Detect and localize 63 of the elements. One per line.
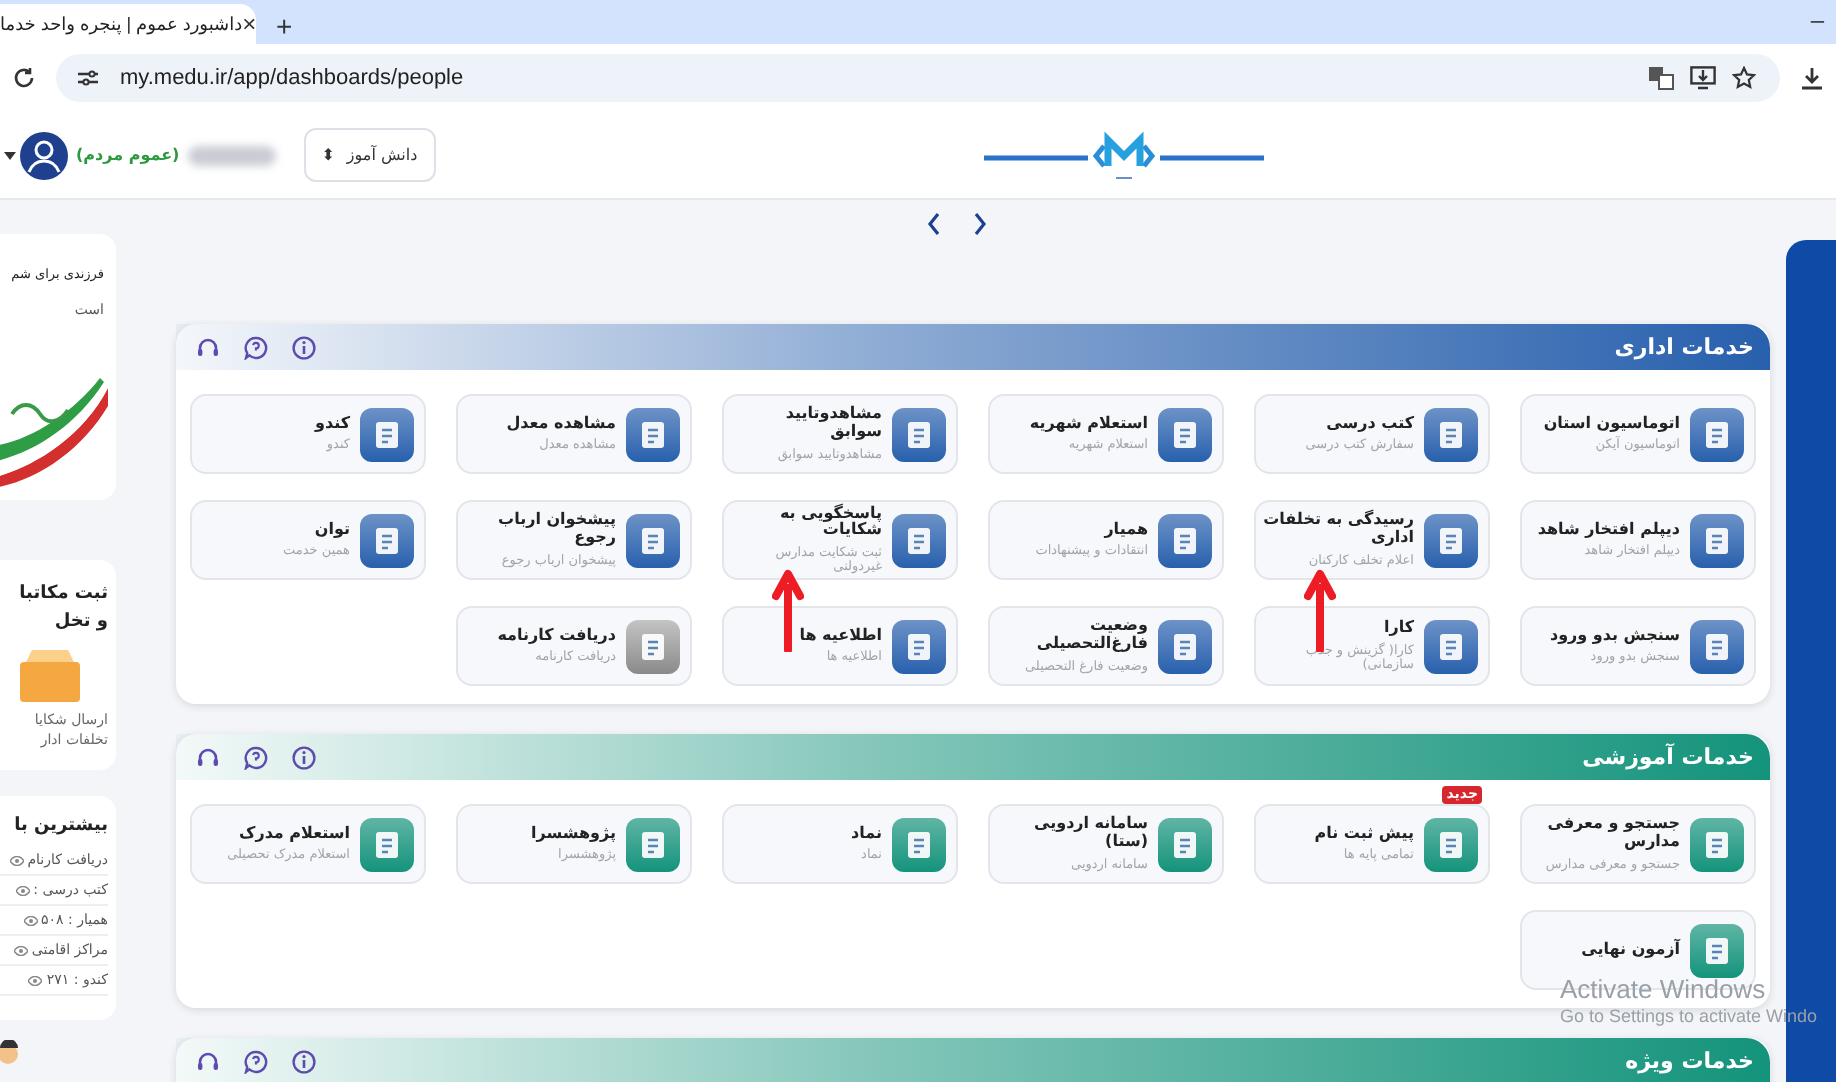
tile-title: توان <box>312 521 350 539</box>
tile-title: پاسخگویی به شکایات <box>777 505 882 541</box>
site-info-icon[interactable] <box>76 68 100 88</box>
tile-title: رسیدگی به تخلفات اداری <box>1262 512 1414 548</box>
install-icon[interactable] <box>1690 66 1716 90</box>
section-title: خدمات ویژه <box>1625 1048 1754 1074</box>
tile-title: مشاهدوتایید سوابق <box>783 406 882 442</box>
caret-icon[interactable] <box>4 151 16 159</box>
headset-icon[interactable] <box>196 335 220 359</box>
close-tab-button[interactable]: × <box>242 12 256 36</box>
tile-title: وضعیت فارغ‌التحصیلی <box>1034 618 1148 654</box>
info-icon[interactable] <box>292 745 316 769</box>
info-icon[interactable] <box>292 1049 316 1073</box>
minimize-button[interactable]: – <box>1810 8 1824 32</box>
eye-icon <box>9 855 24 866</box>
eye-icon <box>15 885 30 896</box>
tile-title: پیش ثبت نام <box>1314 825 1414 843</box>
tile-title: همیار <box>1101 521 1148 539</box>
headset-icon[interactable] <box>196 745 220 769</box>
address-bar[interactable]: my.medu.ir/app/dashboards/people <box>56 54 1780 102</box>
tile-title: استعلام مدرک <box>237 825 350 843</box>
tile-title: استعلام شهریه <box>1029 415 1148 433</box>
next-icon[interactable] <box>972 212 988 236</box>
headset-icon[interactable] <box>196 1049 220 1073</box>
tab-title: داشبورد عموم | پنجره واحد خدما <box>0 13 243 35</box>
eye-icon <box>28 975 43 986</box>
reload-icon[interactable] <box>12 66 36 90</box>
section-title: خدمات آموزشی <box>1582 744 1754 770</box>
section-title: خدمات اداری <box>1614 334 1754 360</box>
most-visited-title: بیشترین با <box>14 814 108 840</box>
question-bubble-icon[interactable] <box>244 745 268 769</box>
tile-title: سنجش بدو ورود <box>1549 627 1680 645</box>
role-dropdown[interactable]: ⬍ دانش آموز <box>303 128 436 182</box>
tile-title: کتب درسی <box>1324 415 1414 433</box>
question-bubble-icon[interactable] <box>244 1049 268 1073</box>
tile-title: مشاهده معدل <box>506 415 616 433</box>
star-icon[interactable] <box>1732 66 1756 90</box>
tile-title: دریافت کارنامه <box>497 627 616 645</box>
avatar-icon[interactable] <box>20 131 68 179</box>
tile-title: پژوهشسرا <box>531 825 616 843</box>
tile-title: جستجو و معرفی مدارس <box>1545 816 1680 852</box>
cartoon-character-icon <box>0 1040 20 1068</box>
tile-title: اطلاعیه ها <box>799 627 882 645</box>
info-icon[interactable] <box>292 335 316 359</box>
tile-title: دیپلم افتخار شاهد <box>1537 521 1680 539</box>
tile-title: اتوماسیون استان <box>1543 415 1680 433</box>
tile-title: سامانه اردویی (ستا) <box>1032 816 1148 852</box>
tile-title: کارا <box>1381 619 1414 638</box>
letters-title: ثبت مکاتبا و تخل <box>19 582 108 637</box>
folder-icon <box>20 649 80 702</box>
eye-icon <box>13 945 28 956</box>
tile-title: آزمون نهایی <box>1581 941 1680 959</box>
eye-icon <box>23 915 38 926</box>
tile-title: کندو <box>314 415 350 433</box>
user-role: (عموم مردم) <box>76 146 180 164</box>
new-tab-button[interactable]: + <box>276 12 293 40</box>
question-bubble-icon[interactable] <box>244 335 268 359</box>
download-icon[interactable] <box>1800 66 1824 90</box>
previous-icon[interactable] <box>926 212 942 236</box>
tile-title: پیشخوان ارباب رجوع <box>496 512 616 548</box>
tile-title: نماد <box>851 825 882 843</box>
url-text: my.medu.ir/app/dashboards/people <box>120 66 464 90</box>
blurred-name <box>187 145 276 165</box>
